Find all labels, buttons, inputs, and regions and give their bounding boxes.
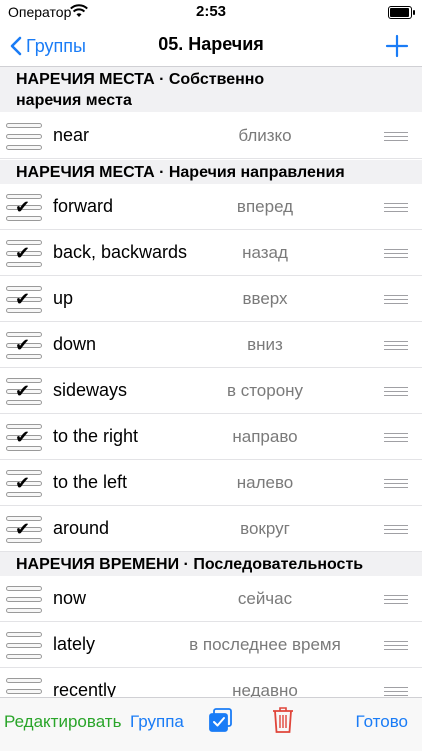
reorder-grip-icon[interactable] bbox=[384, 132, 408, 141]
word-row-to-the-left[interactable]: ✔ to the left налево bbox=[0, 461, 422, 506]
reorder-grip-icon[interactable] bbox=[384, 479, 408, 488]
clock: 2:53 bbox=[195, 3, 227, 20]
word-row-to-the-right[interactable]: ✔ to the right направо bbox=[0, 415, 422, 460]
english-word: up bbox=[53, 288, 74, 308]
word-row-near[interactable]: near близко bbox=[0, 114, 422, 159]
russian-translation: вверх bbox=[242, 289, 288, 308]
checkmark-icon: ✔ bbox=[15, 427, 31, 447]
learned-toggle[interactable]: ✔ bbox=[6, 194, 42, 221]
group-button[interactable]: Группа bbox=[130, 712, 184, 732]
checkmark-icon: ✔ bbox=[15, 197, 31, 217]
edit-button[interactable]: Редактировать bbox=[4, 712, 121, 732]
learned-toggle[interactable]: ✔ bbox=[6, 240, 42, 267]
word-row-around[interactable]: ✔ around вокруг bbox=[0, 507, 422, 552]
english-word: to the left bbox=[53, 472, 128, 492]
russian-translation: близко bbox=[238, 126, 292, 145]
reorder-grip-icon[interactable] bbox=[384, 641, 408, 650]
word-row-sideways[interactable]: ✔ sideways в сторону bbox=[0, 369, 422, 414]
checkmark-icon: ✔ bbox=[15, 335, 31, 355]
section-header-time-sequence: НАРЕЧИЯ ВРЕМЕНИ · Последовательность bbox=[0, 552, 422, 576]
section-title: НАРЕЧИЯ ВРЕМЕНИ · Последовательность bbox=[16, 556, 364, 573]
word-row-forward[interactable]: ✔ forward вперед bbox=[0, 185, 422, 230]
checkmark-icon: ✔ bbox=[15, 473, 31, 493]
reorder-grip-icon[interactable] bbox=[384, 433, 408, 442]
section-title-continued: наречия места bbox=[16, 92, 132, 109]
russian-translation: в последнее время bbox=[189, 635, 341, 654]
russian-translation: направо bbox=[232, 427, 298, 446]
bottom-toolbar: Редактировать Группа Готово bbox=[0, 697, 422, 751]
section-title: НАРЕЧИЯ МЕСТА · Собственно bbox=[16, 71, 265, 88]
russian-translation: вперед bbox=[236, 197, 294, 216]
reorder-grip-icon[interactable] bbox=[384, 595, 408, 604]
english-word: now bbox=[53, 588, 87, 608]
reorder-grip-icon[interactable] bbox=[384, 387, 408, 396]
word-row-down[interactable]: ✔ down вниз bbox=[0, 323, 422, 368]
plus-icon[interactable] bbox=[382, 31, 412, 61]
page-title: 05. Наречия bbox=[158, 34, 264, 54]
reorder-grip-icon[interactable] bbox=[384, 687, 408, 696]
english-word: forward bbox=[53, 196, 114, 216]
learned-toggle[interactable] bbox=[6, 123, 42, 150]
russian-translation: сейчас bbox=[237, 589, 293, 608]
section-header-place-proper: НАРЕЧИЯ МЕСТА · Собственно наречия места bbox=[0, 67, 422, 112]
copy-checklist-icon[interactable] bbox=[208, 707, 234, 733]
checkmark-icon: ✔ bbox=[15, 243, 31, 263]
learned-toggle[interactable]: ✔ bbox=[6, 470, 42, 497]
navigation-bar: Группы 05. Наречия bbox=[0, 26, 422, 67]
english-word: down bbox=[53, 334, 97, 354]
battery-icon bbox=[388, 6, 415, 19]
word-row-lately[interactable]: lately в последнее время bbox=[0, 623, 422, 668]
reorder-grip-icon[interactable] bbox=[384, 203, 408, 212]
reorder-grip-icon[interactable] bbox=[384, 525, 408, 534]
russian-translation: в сторону bbox=[226, 381, 304, 400]
russian-translation: вокруг bbox=[240, 519, 290, 538]
trash-icon[interactable] bbox=[272, 706, 294, 734]
status-bar: Оператор 2:53 bbox=[0, 0, 422, 26]
word-row-up[interactable]: ✔ up вверх bbox=[0, 277, 422, 322]
learned-toggle[interactable] bbox=[6, 586, 42, 613]
checkmark-icon: ✔ bbox=[15, 289, 31, 309]
english-word: around bbox=[53, 518, 110, 538]
word-row-now[interactable]: now сейчас bbox=[0, 577, 422, 622]
learned-toggle[interactable]: ✔ bbox=[6, 424, 42, 451]
checkmark-icon: ✔ bbox=[15, 381, 31, 401]
word-row-back[interactable]: ✔ back, backwards назад bbox=[0, 231, 422, 276]
section-title: НАРЕЧИЯ МЕСТА · Наречия направления bbox=[16, 164, 345, 181]
english-word: to the right bbox=[53, 426, 139, 446]
learned-toggle[interactable] bbox=[6, 632, 42, 659]
russian-translation: назад bbox=[242, 243, 288, 262]
reorder-grip-icon[interactable] bbox=[384, 249, 408, 258]
learned-toggle[interactable]: ✔ bbox=[6, 516, 42, 543]
done-button[interactable]: Готово bbox=[356, 712, 409, 732]
learned-toggle[interactable]: ✔ bbox=[6, 286, 42, 313]
checkmark-icon: ✔ bbox=[15, 519, 31, 539]
russian-translation: налево bbox=[236, 473, 294, 492]
english-word: lately bbox=[53, 634, 96, 654]
reorder-grip-icon[interactable] bbox=[384, 341, 408, 350]
reorder-grip-icon[interactable] bbox=[384, 295, 408, 304]
section-header-place-direction: НАРЕЧИЯ МЕСТА · Наречия направления bbox=[0, 160, 422, 184]
russian-translation: вниз bbox=[247, 335, 283, 354]
english-word: sideways bbox=[53, 380, 128, 400]
learned-toggle[interactable]: ✔ bbox=[6, 332, 42, 359]
english-word: near bbox=[53, 125, 90, 145]
learned-toggle[interactable]: ✔ bbox=[6, 378, 42, 405]
